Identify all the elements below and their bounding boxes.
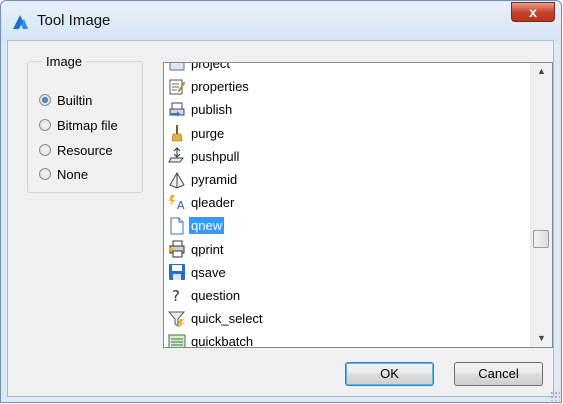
window-title: Tool Image [37, 12, 111, 29]
list-item-label: qleader [191, 195, 235, 211]
radio-none[interactable]: None [39, 165, 88, 183]
resize-grip-icon[interactable] [550, 391, 560, 401]
list-item[interactable]: pushpull [164, 145, 522, 168]
qprint-icon [169, 240, 185, 258]
list-item-selected[interactable]: qnew [164, 214, 522, 237]
list-item[interactable]: project [164, 62, 522, 75]
publish-icon [169, 102, 185, 117]
list-item[interactable]: A qleader [164, 191, 522, 214]
qleader-icon: A [169, 194, 185, 212]
list-item-label: pyramid [191, 172, 238, 188]
list-item-label: properties [191, 79, 249, 95]
list-item-label: purge [191, 125, 225, 141]
radio-bitmap-file-indicator[interactable] [39, 119, 51, 131]
list-item[interactable]: qprint [164, 238, 522, 261]
svg-text:?: ? [172, 287, 180, 304]
radio-resource-indicator[interactable] [39, 144, 51, 156]
project-icon [169, 63, 185, 71]
list-item[interactable]: purge [164, 122, 522, 145]
quickbatch-icon [168, 334, 186, 347]
list-item[interactable]: properties [164, 75, 522, 98]
radio-none-indicator[interactable] [39, 168, 51, 180]
list-item[interactable]: publish [164, 98, 522, 121]
cancel-button[interactable]: Cancel [454, 362, 543, 386]
purge-icon [171, 125, 183, 142]
pushpull-icon [168, 147, 184, 163]
radio-bitmap-file[interactable]: Bitmap file [39, 116, 118, 134]
scroll-up-icon[interactable]: ▲ [531, 63, 552, 80]
title-bar[interactable]: Tool Image x [1, 1, 561, 41]
app-logo-icon [13, 15, 28, 29]
list-item[interactable]: pyramid [164, 168, 522, 191]
list-item[interactable]: qsave [164, 261, 522, 284]
quick-select-icon [168, 311, 186, 328]
radio-builtin[interactable]: Builtin [39, 91, 92, 109]
list-item-label: qsave [191, 264, 226, 280]
list-item-label: quick_select [191, 311, 263, 327]
qnew-icon [170, 217, 184, 235]
list-item-label: qprint [191, 241, 224, 257]
icon-list[interactable]: project properties publish purge pushpul… [163, 62, 553, 348]
list-item[interactable]: quick_select [164, 307, 522, 330]
pyramid-icon [169, 171, 185, 189]
list-item[interactable]: ? question [164, 284, 522, 307]
list-item-label: quickbatch [191, 334, 254, 348]
svg-text:A: A [177, 199, 185, 212]
list-item-label: publish [191, 102, 233, 118]
list-item-label: pushpull [191, 148, 240, 164]
radio-none-label: None [57, 166, 89, 182]
qsave-icon [169, 264, 185, 281]
question-icon: ? [172, 287, 180, 304]
radio-builtin-indicator[interactable] [39, 94, 51, 106]
scroll-thumb[interactable] [533, 230, 549, 248]
list-item-label: qnew [189, 217, 225, 235]
radio-bitmap-file-label: Bitmap file [57, 117, 118, 133]
radio-resource[interactable]: Resource [39, 141, 113, 159]
list-item-label: project [191, 62, 231, 72]
list-item[interactable]: quickbatch [164, 330, 522, 348]
list-scrollbar[interactable]: ▲ ▼ [530, 63, 552, 347]
ok-button[interactable]: OK [345, 362, 434, 386]
image-group-legend: Image [42, 54, 87, 69]
scroll-down-icon[interactable]: ▼ [531, 330, 552, 347]
properties-icon [169, 79, 186, 95]
close-button[interactable]: x [511, 2, 555, 22]
radio-builtin-label: Builtin [57, 92, 93, 108]
list-item-label: question [191, 287, 241, 303]
radio-resource-label: Resource [57, 142, 113, 158]
